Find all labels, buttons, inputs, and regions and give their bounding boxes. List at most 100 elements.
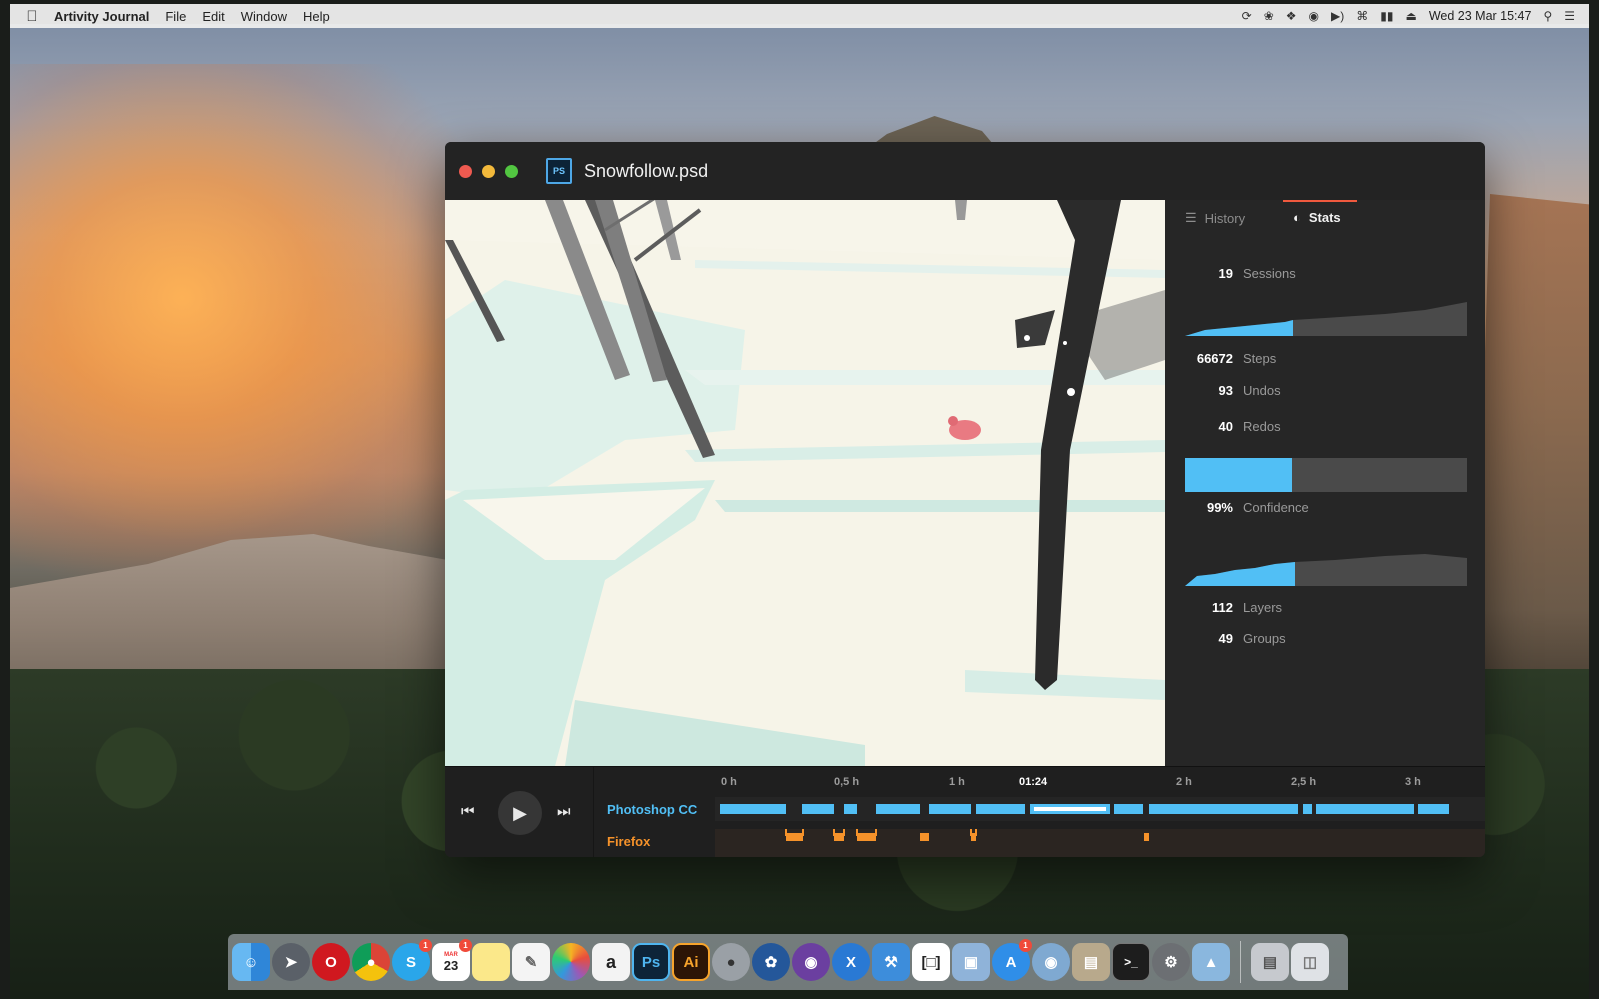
calendar-badge: 1: [459, 939, 472, 952]
app-menu[interactable]: Artivity Journal: [54, 9, 149, 24]
photoshop-track[interactable]: [715, 797, 1485, 821]
notification-center-icon[interactable]: ☰: [1564, 9, 1575, 23]
menu-file[interactable]: File: [165, 9, 186, 24]
session-segment: [1418, 804, 1449, 814]
stat-layers: 112 Layers: [1165, 600, 1282, 615]
session-segment: [929, 804, 971, 814]
virtualbox-icon[interactable]: ▣: [952, 943, 990, 981]
firefox-track-segments: [785, 821, 1149, 841]
session-segment: [1114, 804, 1143, 814]
eject-icon[interactable]: ⏏: [1405, 9, 1416, 23]
title-bar[interactable]: PS Snowfollow.psd: [445, 142, 1485, 200]
session-segment: [802, 804, 834, 814]
terminal-icon[interactable]: >_: [1112, 943, 1150, 981]
menu-edit[interactable]: Edit: [202, 9, 224, 24]
menu-clock[interactable]: Wed 23 Mar 15:47: [1429, 9, 1532, 23]
appstore-icon[interactable]: A 1: [992, 939, 1032, 981]
amazon-icon[interactable]: a: [592, 943, 630, 981]
skype-label: S: [405, 953, 416, 971]
timeline-tracks[interactable]: 0 h 0,5 h 1 h 01:24 2 h 2,5 h 3 h: [715, 767, 1485, 857]
stat-undos-label: Undos: [1243, 383, 1281, 398]
sync-icon[interactable]: ⟳: [1242, 9, 1252, 23]
textedit-icon[interactable]: ✎: [512, 943, 550, 981]
minimize-button[interactable]: [482, 164, 495, 178]
artwork-preview[interactable]: [445, 200, 1165, 766]
dock-separator: [1240, 941, 1241, 983]
volume-icon[interactable]: ▶): [1331, 9, 1344, 23]
archive-icon[interactable]: ▤: [1072, 943, 1110, 981]
tab-history-label: History: [1204, 210, 1246, 226]
skype-icon[interactable]: S 1: [392, 939, 432, 981]
apple-menu-icon[interactable]: : [10, 8, 54, 25]
system-preferences-icon[interactable]: ⚙: [1152, 943, 1190, 981]
battery-icon[interactable]: ▮▮: [1380, 9, 1393, 23]
list-icon: ☰: [1185, 210, 1197, 225]
amazon-label: a: [605, 951, 616, 972]
ruler-label: 1 h: [949, 776, 965, 788]
photoshop-label: Ps: [641, 953, 661, 971]
ruler-label: 0,5 h: [834, 776, 860, 788]
bracket-icon[interactable]: [□]: [912, 943, 950, 981]
skip-back-icon[interactable]: ⏮: [461, 803, 475, 820]
zoom-button[interactable]: [505, 164, 518, 178]
transport-controls: ⏮ ▶ ⏭: [445, 767, 593, 857]
track-label-photoshop[interactable]: Photoshop CC: [607, 802, 697, 817]
menu-help[interactable]: Help: [303, 9, 330, 24]
trash-icon[interactable]: ◫: [1291, 943, 1329, 981]
current-time-label: 01:24: [1019, 776, 1048, 788]
lock-icon[interactable]: ◉: [1032, 943, 1070, 981]
illustrator-icon[interactable]: Ai: [672, 943, 710, 981]
window-controls: [459, 164, 518, 178]
finder-icon[interactable]: ☺: [232, 943, 270, 981]
layers-sparkline: [1185, 554, 1467, 586]
downloads-icon[interactable]: ▤: [1251, 943, 1289, 981]
photoshop-track-segments: [720, 804, 1449, 814]
skype-badge: 1: [419, 939, 432, 952]
dock: ☺ ➤ O ● S 1 MAR 23 1 ✎ a Ps Ai ● ✿ ◉ X ⚒…: [228, 934, 1348, 990]
window-title: Snowfollow.psd: [584, 160, 709, 181]
session-segment: [1303, 804, 1312, 814]
photos-icon[interactable]: [552, 943, 590, 981]
track-labels: Photoshop CC Firefox: [593, 767, 715, 857]
stat-steps: 66672 Steps: [1165, 351, 1276, 366]
creative-cloud-icon[interactable]: ◉: [1309, 9, 1319, 23]
confidence-bar-fill: [1185, 458, 1293, 492]
bomb-icon[interactable]: ●: [712, 943, 750, 981]
play-button[interactable]: ▶: [498, 791, 542, 835]
xcode-icon[interactable]: X: [832, 943, 870, 981]
launchpad-icon[interactable]: ➤: [272, 943, 310, 981]
track-label-firefox[interactable]: Firefox: [607, 834, 650, 849]
stat-confidence: 99% Confidence: [1165, 500, 1309, 515]
menu-window[interactable]: Window: [241, 9, 287, 24]
ruler-label: 3 h: [1405, 776, 1421, 788]
preview-icon[interactable]: ▲: [1192, 943, 1230, 981]
stat-confidence-value: 99%: [1206, 500, 1233, 515]
butterfly-icon[interactable]: ❀: [1264, 9, 1274, 23]
tab-stats[interactable]: ◐ Stats: [1293, 210, 1341, 225]
spotlight-search-icon[interactable]: ⚲: [1543, 9, 1552, 23]
session-segment: [844, 804, 857, 814]
dropbox-icon[interactable]: ❖: [1286, 9, 1297, 23]
stat-layers-label: Layers: [1243, 600, 1283, 615]
xcode-build-icon[interactable]: ⚒: [872, 943, 910, 981]
sourcetree-icon[interactable]: ✿: [752, 943, 790, 981]
chrome-icon[interactable]: ●: [352, 943, 390, 981]
notes-icon[interactable]: [472, 943, 510, 981]
opera-icon[interactable]: O: [312, 943, 350, 981]
wallpaper-cliff-right: [1479, 194, 1589, 714]
firefox-track[interactable]: [715, 821, 1485, 857]
stat-undos-value: 93: [1218, 383, 1233, 398]
calendar-icon[interactable]: MAR 23 1: [432, 939, 472, 981]
wifi-icon[interactable]: ⌘: [1356, 9, 1368, 23]
appstore-badge: 1: [1019, 939, 1032, 952]
playhead-highlight: [1034, 807, 1106, 811]
close-button[interactable]: [459, 164, 472, 178]
skip-forward-icon[interactable]: ⏭: [557, 803, 571, 820]
session-segment: [1316, 804, 1414, 814]
photoshop-icon[interactable]: Ps: [632, 943, 670, 981]
stats-panel: ☰ History ◐ Stats 19 Sessions 66672 Step…: [1165, 200, 1485, 766]
stat-steps-label: Steps: [1243, 351, 1277, 366]
stat-redos-value: 40: [1218, 419, 1233, 434]
github-icon[interactable]: ◉: [792, 943, 830, 981]
tab-history[interactable]: ☰ History: [1185, 210, 1245, 226]
